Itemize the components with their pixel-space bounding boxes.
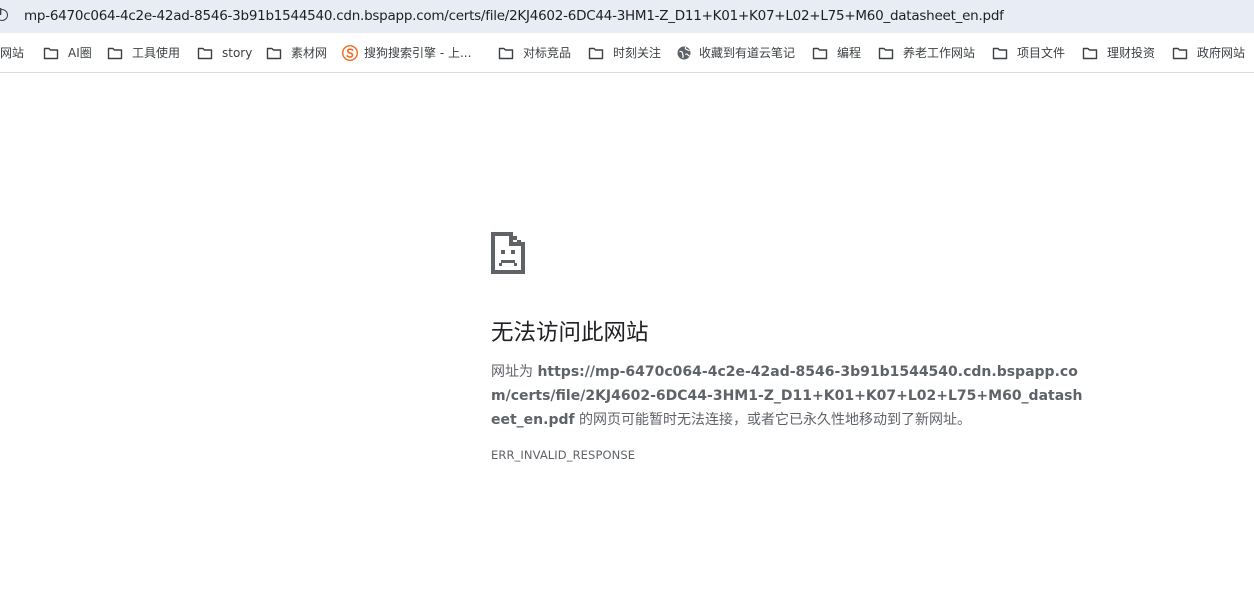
folder-icon (812, 47, 828, 60)
bookmark-folder-competitors[interactable]: 对标竞品 (498, 44, 571, 62)
error-page: 无法访问此网站 网址为 https://mp-6470c064-4c2e-42a… (491, 232, 1091, 462)
bookmark-folder-ai[interactable]: AI圈 (43, 44, 92, 62)
bookmark-item-网站[interactable]: 网站 (0, 44, 24, 62)
site-info-icon[interactable] (0, 8, 8, 21)
folder-icon (43, 47, 59, 60)
error-desc-prefix: 网址为 (491, 364, 538, 380)
bookmark-label: 素材网 (291, 46, 328, 60)
bookmark-folder-materials[interactable]: 素材网 (266, 44, 327, 62)
folder-icon (266, 47, 282, 60)
bookmark-label: 搜狗搜索引擎 - 上... (364, 46, 472, 60)
bookmark-label: AI圈 (68, 46, 92, 60)
bookmark-folder-government[interactable]: 政府网站 (1172, 44, 1245, 62)
address-bar[interactable]: mp-6470c064-4c2e-42ad-8546-3b91b1544540.… (0, 0, 1254, 33)
bookmark-folder-projects[interactable]: 项目文件 (992, 44, 1065, 62)
bookmark-label: 收藏到有道云笔记 (699, 46, 796, 60)
bookmark-youdao-note[interactable]: 收藏到有道云笔记 (677, 44, 795, 62)
sogou-icon (342, 45, 358, 61)
folder-icon (878, 47, 894, 60)
address-bar-url[interactable]: mp-6470c064-4c2e-42ad-8546-3b91b1544540.… (24, 8, 1004, 24)
bookmark-folder-elderly-care[interactable]: 养老工作网站 (878, 44, 975, 62)
bookmark-folder-watch[interactable]: 时刻关注 (588, 44, 661, 62)
bookmark-label: 理财投资 (1107, 46, 1156, 60)
bookmark-label: 政府网站 (1197, 46, 1246, 60)
bookmark-folder-investing[interactable]: 理财投资 (1082, 44, 1155, 62)
bookmark-folder-tools[interactable]: 工具使用 (107, 44, 180, 62)
bookmark-folder-story[interactable]: story (197, 44, 252, 62)
error-description: 网址为 https://mp-6470c064-4c2e-42ad-8546-3… (491, 360, 1086, 432)
bookmark-label: 编程 (837, 46, 862, 60)
bookmark-label: 时刻关注 (613, 46, 662, 60)
error-desc-suffix: 的网页可能暂时无法连接，或者它已永久性地移动到了新网址。 (574, 412, 972, 428)
bookmark-label: 对标竞品 (523, 46, 572, 60)
globe-icon (677, 46, 691, 60)
bookmark-label: 养老工作网站 (903, 46, 976, 60)
error-code: ERR_INVALID_RESPONSE (491, 448, 636, 462)
folder-icon (197, 47, 213, 60)
folder-icon (1082, 47, 1098, 60)
error-title: 无法访问此网站 (491, 320, 649, 346)
bookmark-label: 项目文件 (1017, 46, 1066, 60)
bookmarks-bar: 网站 AI圈 工具使用 story 素材网 搜狗搜索引擎 - 上... 对标竞品… (0, 33, 1254, 73)
folder-icon (1172, 47, 1188, 60)
bookmark-sogou-search[interactable]: 搜狗搜索引擎 - 上... (342, 44, 471, 62)
folder-icon (498, 47, 514, 60)
folder-icon (107, 47, 123, 60)
folder-icon (588, 47, 604, 60)
bookmark-folder-programming[interactable]: 编程 (812, 44, 861, 62)
folder-icon (992, 47, 1008, 60)
sad-document-icon (491, 232, 525, 274)
bookmark-label: 工具使用 (132, 46, 181, 60)
bookmark-label: 网站 (0, 46, 25, 60)
bookmark-label: story (222, 46, 253, 60)
